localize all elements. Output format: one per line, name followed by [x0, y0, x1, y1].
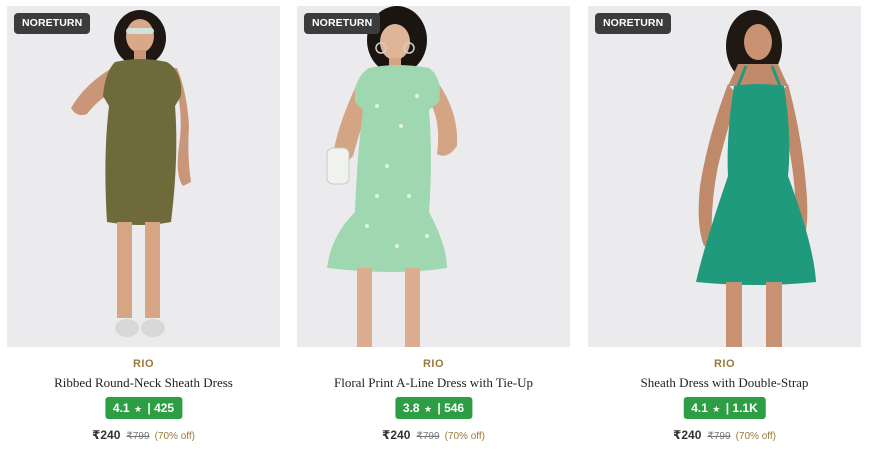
star-icon: ★ — [133, 404, 143, 414]
product-image[interactable]: NORETURN — [297, 6, 570, 347]
original-price: ₹799 — [416, 431, 440, 442]
selling-price: ₹240 — [673, 428, 702, 442]
review-count: 1.1K — [732, 401, 758, 415]
star-icon: ★ — [712, 404, 721, 414]
rating-badge: 4.1 ★ | 1.1K — [683, 397, 766, 419]
rating-value: 3.8 — [402, 401, 420, 415]
noreturn-badge: NORETURN — [14, 13, 91, 34]
original-price: ₹799 — [707, 431, 731, 442]
product-name[interactable]: Sheath Dress with Double-Strap — [588, 375, 861, 391]
original-price: ₹799 — [126, 431, 150, 442]
product-image[interactable]: NORETURN — [7, 6, 280, 347]
review-count: 546 — [444, 401, 465, 415]
brand-name[interactable]: RIO — [7, 358, 280, 370]
product-photo-model — [297, 6, 570, 347]
rating-value: 4.1 — [691, 401, 708, 415]
noreturn-badge: NORETURN — [595, 13, 672, 34]
product-image[interactable]: NORETURN — [588, 6, 861, 347]
product-card-double-strap-dress[interactable]: NORETURN RIO Sheath Dress with Double-St… — [588, 6, 861, 456]
rating-badge: 4.1 ★ | 425 — [104, 397, 183, 419]
brand-name[interactable]: RIO — [588, 358, 861, 370]
product-card-ribbed-sheath-dress[interactable]: NORETURN RIO Ribbed Round-Neck Sheath Dr… — [7, 6, 280, 456]
brand-name[interactable]: RIO — [297, 358, 570, 370]
product-grid: NORETURN RIO Ribbed Round-Neck Sheath Dr… — [0, 0, 870, 462]
price-row: ₹240 ₹799 (70% off) — [297, 428, 570, 442]
product-card-floral-print-dress[interactable]: NORETURN RIO Floral Print A-Line Dress w… — [297, 6, 570, 456]
selling-price: ₹240 — [382, 428, 411, 442]
product-photo-model — [588, 6, 861, 347]
discount-label: (70% off) — [735, 431, 776, 442]
rating-separator: | — [725, 401, 730, 415]
discount-label: (70% off) — [444, 431, 485, 442]
discount-label: (70% off) — [154, 431, 195, 442]
noreturn-badge: NORETURN — [304, 13, 381, 34]
rating-badge: 3.8 ★ | 546 — [394, 397, 473, 419]
rating-value: 4.1 — [112, 401, 130, 415]
product-name[interactable]: Floral Print A-Line Dress with Tie-Up — [297, 375, 570, 391]
rating-separator: | — [147, 401, 151, 415]
price-row: ₹240 ₹799 (70% off) — [588, 428, 861, 442]
review-count: 425 — [154, 401, 175, 415]
product-name[interactable]: Ribbed Round-Neck Sheath Dress — [7, 375, 280, 391]
selling-price: ₹240 — [92, 428, 121, 442]
rating-separator: | — [437, 401, 441, 415]
product-photo-model — [7, 6, 280, 347]
star-icon: ★ — [423, 404, 433, 414]
price-row: ₹240 ₹799 (70% off) — [7, 428, 280, 442]
